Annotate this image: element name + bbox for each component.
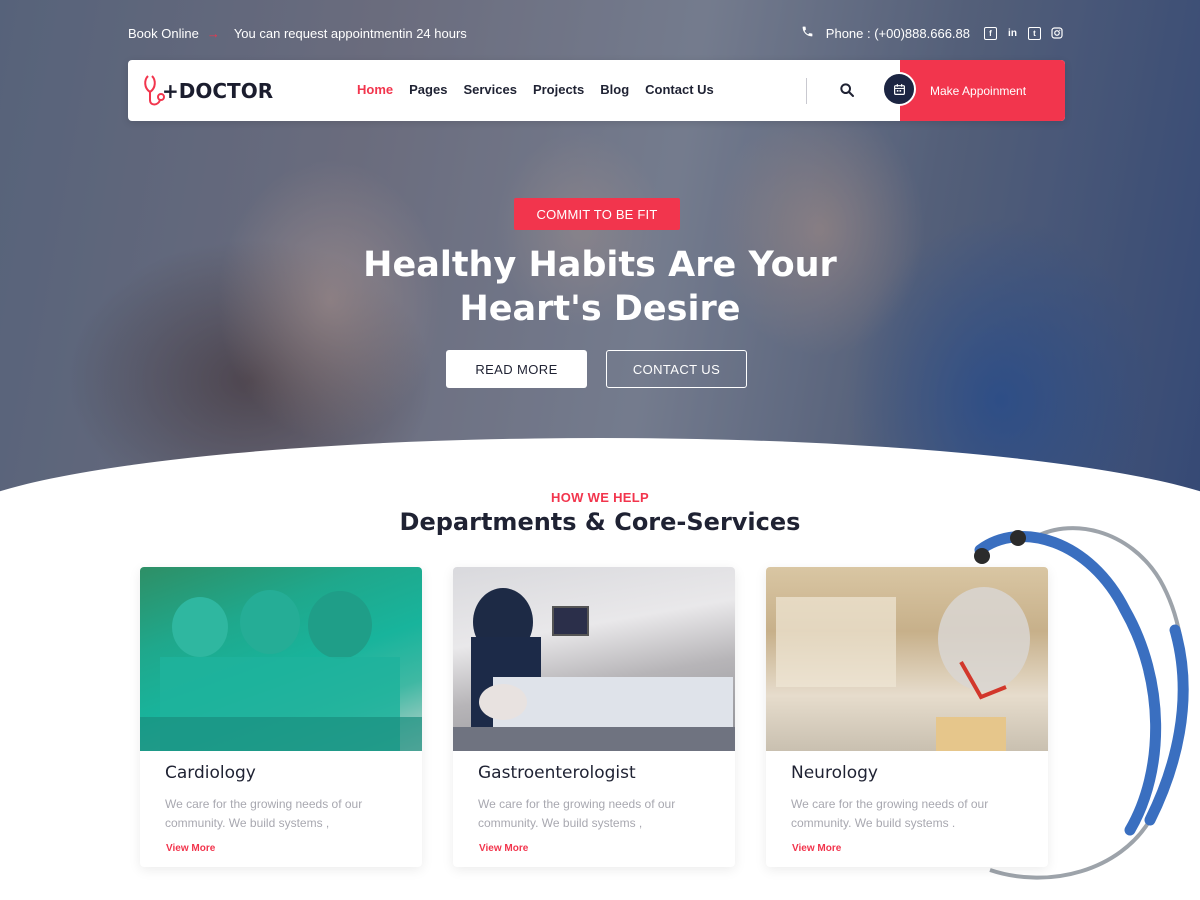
read-more-button[interactable]: READ MORE: [446, 350, 587, 388]
top-bar: Book Online → You can request appointmen…: [128, 22, 1063, 44]
main-navbar: +DOCTOR Home Pages Services Projects Blo…: [128, 60, 1065, 121]
neurology-image: [766, 567, 1048, 751]
view-more-link[interactable]: View More: [479, 843, 528, 854]
card-title: Gastroenterologist: [478, 763, 636, 783]
instagram-icon[interactable]: [1050, 27, 1063, 40]
menu-item-projects[interactable]: Projects: [533, 82, 584, 97]
request-text: You can request appointmentin 24 hours: [233, 25, 467, 41]
menu-item-home[interactable]: Home: [357, 82, 393, 97]
service-card-gastroenterologist: Gastroenterologist We care for the growi…: [453, 567, 735, 867]
service-card-neurology: Neurology We care for the growing needs …: [766, 567, 1048, 867]
contact-us-button[interactable]: CONTACT US: [606, 350, 747, 388]
hero-badge: COMMIT TO BE FIT: [514, 198, 680, 230]
section-title: Departments & Core-Services: [399, 508, 801, 536]
stethoscope-logo-icon: [142, 74, 165, 108]
gastroenterologist-image: [453, 567, 735, 751]
card-text: We care for the growing needs of our com…: [791, 797, 989, 830]
menu-item-contact-us[interactable]: Contact Us: [645, 82, 714, 97]
menu-item-blog[interactable]: Blog: [600, 82, 629, 97]
menu-item-pages[interactable]: Pages: [409, 82, 447, 97]
search-icon[interactable]: [839, 82, 855, 98]
linkedin-icon[interactable]: in: [1006, 27, 1019, 40]
social-links: f in t: [984, 26, 1063, 40]
card-title: Cardiology: [165, 763, 256, 783]
cardiology-image: [140, 567, 422, 751]
twitter-icon[interactable]: t: [1028, 26, 1041, 40]
card-text: We care for the growing needs of our com…: [478, 797, 676, 830]
service-card-cardiology: Cardiology We care for the growing needs…: [140, 567, 422, 867]
facebook-icon[interactable]: f: [984, 26, 997, 40]
card-text: We care for the growing needs of our com…: [165, 797, 363, 830]
card-title: Neurology: [791, 763, 878, 783]
site-logo[interactable]: +DOCTOR: [142, 74, 273, 108]
make-appointment-button[interactable]: Make Appoinment: [900, 60, 1065, 121]
view-more-link[interactable]: View More: [792, 843, 841, 854]
logo-text: +DOCTOR: [162, 79, 274, 103]
make-appointment-label: Make Appoinment: [930, 83, 1027, 98]
view-more-link[interactable]: View More: [166, 843, 215, 854]
calendar-icon: [882, 72, 916, 106]
main-menu: Home Pages Services Projects Blog Contac…: [357, 82, 730, 97]
menu-item-services[interactable]: Services: [463, 82, 517, 97]
section-eyebrow: HOW WE HELP: [551, 490, 649, 505]
phone-number[interactable]: Phone : (+00)888.666.88: [826, 26, 970, 41]
arrow-right-icon: →: [206, 25, 220, 41]
book-online-link[interactable]: Book Online: [128, 26, 199, 41]
hero-title: Healthy Habits Are Your Heart's Desire: [363, 245, 837, 329]
nav-divider: [806, 78, 807, 104]
phone-icon: [801, 25, 814, 41]
